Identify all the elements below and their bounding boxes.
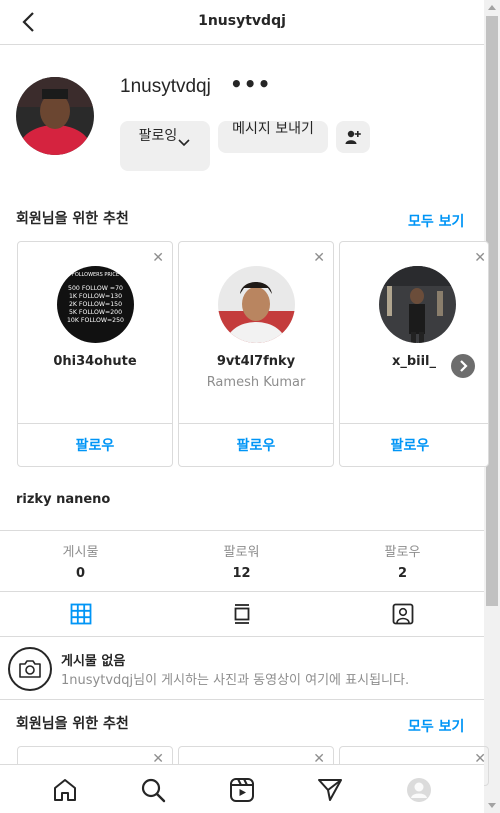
suggestions-title: 회원님을 위한 추천 — [16, 211, 129, 227]
grid-icon[interactable] — [70, 603, 92, 625]
page-title: 1nusytvdqj — [198, 13, 286, 29]
see-all-link[interactable]: 모두 보기 — [408, 211, 464, 231]
profile-nav-avatar[interactable] — [406, 777, 432, 803]
suggestion-card: ✕ FOLLOWERS PRICE 500 FOLLOW =70 1K FOLL… — [17, 241, 173, 467]
bottom-nav — [0, 764, 484, 813]
follow-button[interactable]: 팔로우 — [18, 435, 172, 455]
profile-full-name: rizky naneno — [16, 492, 111, 507]
profile-tabs — [0, 592, 484, 637]
follow-button[interactable]: 팔로우 — [340, 435, 488, 455]
posts-stat: 게시물 0 — [0, 541, 161, 581]
suggestion-username[interactable]: 0hi34ohute — [18, 354, 172, 369]
see-all-link-2[interactable]: 모두 보기 — [408, 716, 464, 736]
avatar-text-6: 10K FOLLOW=250 — [67, 317, 124, 324]
suggestion-username[interactable]: 9vt4l7fnky — [179, 354, 333, 369]
chevron-right-icon — [460, 360, 468, 372]
more-options-icon[interactable]: ••• — [230, 74, 270, 98]
chevron-down-icon — [178, 139, 190, 147]
next-arrow-button[interactable] — [451, 354, 475, 378]
stat-label: 게시물 — [62, 545, 99, 560]
suggestion-avatar[interactable]: FOLLOWERS PRICE 500 FOLLOW =70 1K FOLLOW… — [57, 266, 134, 343]
stat-value: 2 — [397, 566, 408, 581]
following-button[interactable]: 팔로잉 — [120, 121, 210, 171]
card-divider — [18, 423, 172, 424]
stat-label: 팔로우 — [384, 545, 421, 560]
profile-stats: 게시물 0 팔로워 12 팔로우 2 — [0, 530, 484, 592]
stat-value: 0 — [75, 566, 86, 581]
close-icon[interactable]: ✕ — [474, 250, 486, 266]
avatar-text-1: FOLLOWERS PRICE — [72, 272, 119, 278]
home-icon[interactable] — [52, 777, 78, 803]
search-icon[interactable] — [140, 777, 166, 803]
stat-label: 팔로워 — [223, 545, 260, 560]
suggestion-avatar[interactable] — [218, 266, 295, 343]
direct-message-icon[interactable] — [317, 777, 343, 803]
close-icon[interactable]: ✕ — [313, 250, 325, 266]
suggestion-subtitle: Ramesh Kumar — [206, 375, 306, 390]
avatar-text-4: 2K FOLLOW=150 — [69, 301, 122, 308]
avatar-text-3: 1K FOLLOW=130 — [69, 293, 122, 300]
camera-icon — [8, 647, 52, 691]
scroll-up-arrow-icon[interactable] — [488, 5, 496, 10]
avatar-text-5: 5K FOLLOW=200 — [69, 309, 122, 316]
close-icon[interactable]: ✕ — [152, 250, 164, 266]
followers-stat[interactable]: 팔로워 12 — [161, 541, 322, 581]
empty-posts-title: 게시물 없음 — [61, 654, 126, 669]
card-divider — [179, 423, 333, 424]
tagged-icon[interactable] — [392, 603, 414, 625]
add-user-icon — [345, 130, 361, 144]
avatar-text-2: 500 FOLLOW =70 — [68, 285, 123, 292]
suggestion-avatar[interactable] — [379, 266, 456, 343]
feed-icon[interactable] — [231, 603, 253, 625]
following-label: 팔로잉 — [138, 128, 178, 144]
scroll-down-arrow-icon[interactable] — [488, 803, 496, 808]
profile-username: 1nusytvdqj — [120, 76, 211, 97]
suggestion-card: ✕ 9vt4l7fnky Ramesh Kumar 팔로우 — [178, 241, 334, 467]
message-button[interactable]: 메시지 보내기 — [218, 121, 328, 153]
profile-avatar[interactable] — [16, 77, 94, 155]
section-divider — [0, 699, 484, 700]
empty-posts-description: 1nusytvdqj님이 게시하는 사진과 동영상이 여기에 표시됩니다. — [61, 673, 410, 688]
following-stat[interactable]: 팔로우 2 — [322, 541, 483, 581]
stat-value: 12 — [232, 566, 251, 581]
reels-icon[interactable] — [229, 777, 255, 803]
suggestions-title-2: 회원님을 위한 추천 — [16, 716, 129, 732]
follow-button[interactable]: 팔로우 — [179, 435, 333, 455]
card-divider — [340, 423, 488, 424]
add-user-button[interactable] — [336, 121, 370, 153]
